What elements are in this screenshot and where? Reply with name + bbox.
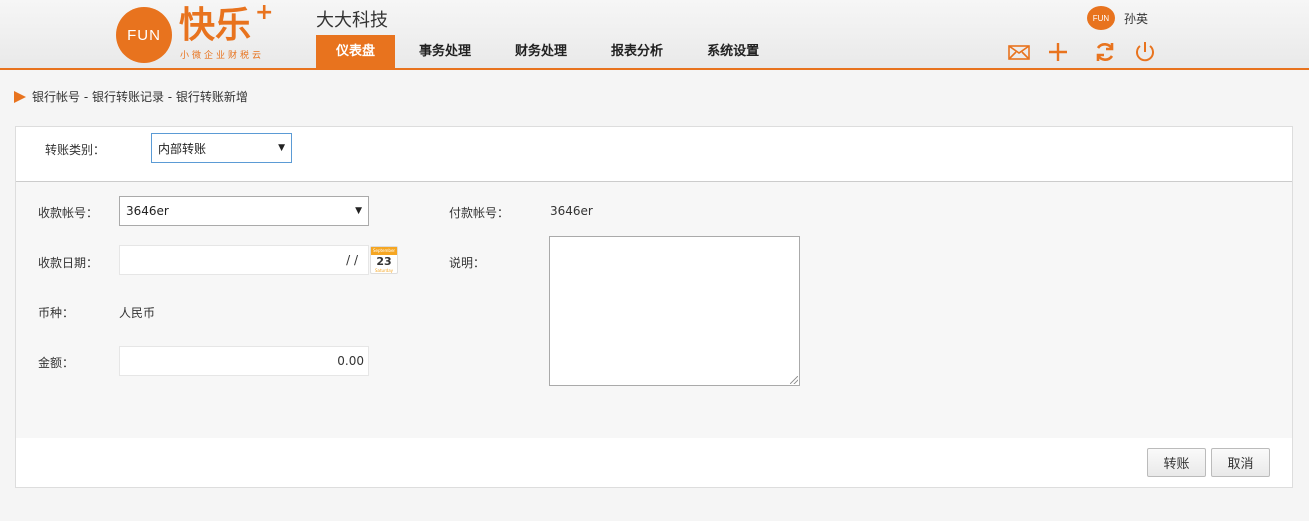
amount-label: 金额： <box>38 356 75 370</box>
currency-label: 币种： <box>38 306 75 320</box>
avatar[interactable]: FUN <box>1087 6 1115 30</box>
logo-badge: FUN <box>116 7 172 63</box>
pay-account-value: 3646er <box>550 204 593 218</box>
breadcrumb-text[interactable]: 银行帐号 - 银行转账记录 - 银行转账新增 <box>32 88 248 105</box>
amount-input[interactable]: 0.00 <box>119 346 369 376</box>
transfer-type-row: 转账类别： 内部转账 ▼ <box>16 127 1292 175</box>
transfer-type-label: 转账类别： <box>45 143 106 157</box>
note-textarea[interactable] <box>549 236 800 386</box>
receive-date-label: 收款日期： <box>38 256 99 270</box>
currency-value: 人民币 <box>119 306 156 320</box>
breadcrumb-arrow-icon <box>14 90 26 103</box>
transfer-button[interactable]: 转账 <box>1147 448 1206 477</box>
note-label: 说明： <box>449 256 486 270</box>
transfer-form-panel: 转账类别： 内部转账 ▼ 收款帐号： 3646er ▼ 收款日期： / / Se… <box>15 126 1293 488</box>
power-icon[interactable] <box>1133 40 1157 64</box>
plus-icon[interactable] <box>1046 40 1070 64</box>
nav-finance[interactable]: 财务处理 <box>495 35 587 69</box>
amount-value: 0.00 <box>337 354 364 368</box>
logo-plus: + <box>255 0 274 25</box>
top-header: FUN 快乐 + 小微企业财税云 大大科技 仪表盘 事务处理 财务处理 报表分析… <box>0 0 1309 70</box>
main-nav: 仪表盘 事务处理 财务处理 报表分析 系统设置 <box>316 35 783 69</box>
logo-text: 快乐 <box>179 5 252 46</box>
user-name[interactable]: 孙英 <box>1124 10 1148 27</box>
receive-account-value: 3646er <box>126 204 169 218</box>
pay-account-label: 付款帐号： <box>449 206 510 220</box>
calendar-icon[interactable]: September 23 Saturday <box>370 246 398 274</box>
nav-dashboard[interactable]: 仪表盘 <box>316 35 396 69</box>
cancel-button[interactable]: 取消 <box>1211 448 1270 477</box>
logo-subtitle: 小微企业财税云 <box>180 51 265 61</box>
nav-transactions[interactable]: 事务处理 <box>399 35 491 69</box>
mail-icon[interactable] <box>1007 40 1031 64</box>
resize-handle-icon[interactable] <box>790 376 798 384</box>
transfer-type-select[interactable]: 内部转账 ▼ <box>151 133 292 163</box>
chevron-down-icon: ▼ <box>278 143 285 153</box>
chevron-down-icon: ▼ <box>355 206 362 216</box>
receive-account-label: 收款帐号： <box>38 206 99 220</box>
form-fields: 收款帐号： 3646er ▼ 收款日期： / / September 23 Sa… <box>16 181 1292 438</box>
receive-date-input[interactable]: / / <box>119 245 369 275</box>
nav-reports[interactable]: 报表分析 <box>591 35 683 69</box>
transfer-type-value: 内部转账 <box>158 141 207 156</box>
company-name: 大大科技 <box>316 10 388 31</box>
receive-date-value: / / <box>346 253 358 267</box>
breadcrumb: 银行帐号 - 银行转账记录 - 银行转账新增 <box>14 88 248 105</box>
refresh-icon[interactable] <box>1093 40 1117 64</box>
receive-account-select[interactable]: 3646er ▼ <box>119 196 369 226</box>
nav-settings[interactable]: 系统设置 <box>687 35 779 69</box>
